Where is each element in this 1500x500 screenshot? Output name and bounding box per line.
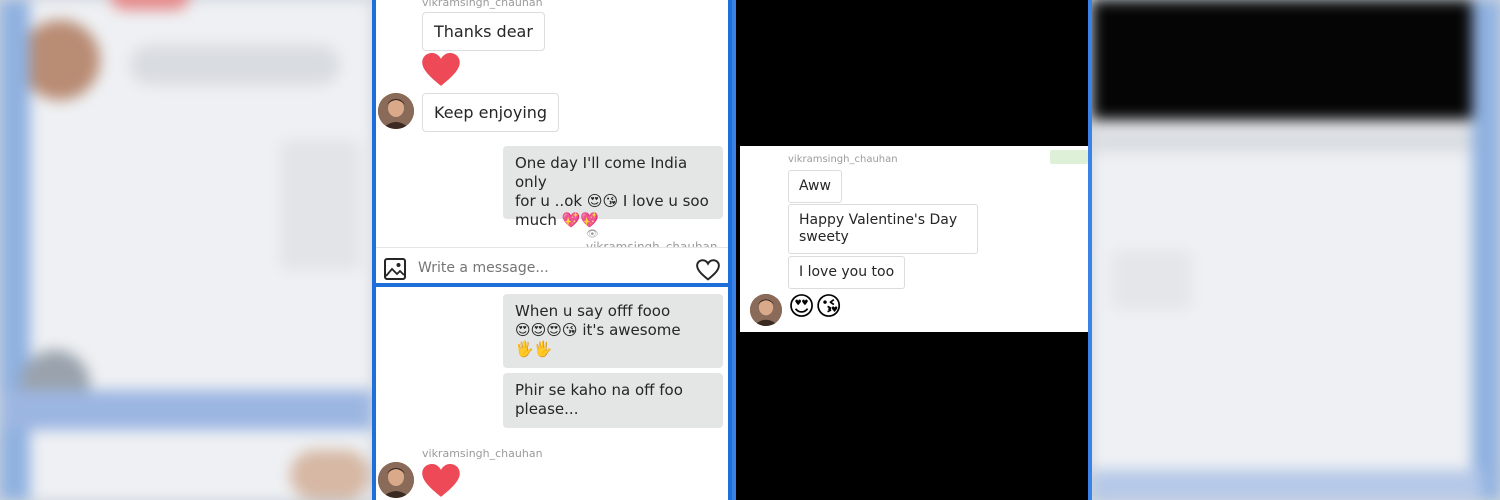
sender-username: vikramsingh_chauhan xyxy=(422,0,543,9)
heart-eyes-emoji: 😍 xyxy=(788,292,816,322)
image-gallery-icon[interactable] xyxy=(384,258,406,280)
eye-icon: 👁 xyxy=(586,229,599,240)
outgoing-message-offf-fooo: When u say offf fooo 😍😍😍😘 it's awesome 🖐… xyxy=(503,294,723,368)
heart-outline-icon[interactable] xyxy=(696,259,720,281)
message-composer xyxy=(376,247,728,283)
blurred-background-right xyxy=(1092,0,1500,500)
outgoing-message-india: One day I'll come India only for u ..ok … xyxy=(503,146,723,229)
message-line: for u ..ok 😍😘 I love u soo xyxy=(515,192,711,211)
chat-screenshot-2: When u say offf fooo 😍😍😍😘 it's awesome 🖐… xyxy=(372,287,732,500)
kissing-heart-emoji: 😘 xyxy=(815,292,843,322)
message-text: I love u soo xyxy=(622,192,709,210)
message-input[interactable] xyxy=(418,260,648,276)
message-line: Happy Valentine's Day xyxy=(799,212,958,228)
message-line: When u say offf fooo xyxy=(515,302,671,320)
message-line: 🖐🖐 xyxy=(515,340,711,359)
avatar xyxy=(750,294,782,326)
incoming-message-valentine: Happy Valentine's Day sweety xyxy=(788,204,978,254)
message-text: it's awesome xyxy=(582,321,681,339)
screenshot-collage: vikramsingh_chauhan Thanks dear Keep enj… xyxy=(0,0,1500,500)
raised-hand-emoji: 🖐 xyxy=(515,340,534,358)
heart-icon xyxy=(422,464,460,497)
heart-eyes-emoji: 😍 xyxy=(586,192,603,210)
chat-screenshot-3: vikramsingh_chauhan Aww Happy Valentine'… xyxy=(732,0,1092,500)
message-text: for u ..ok xyxy=(515,192,583,210)
heart-eyes-emoji: 😍 xyxy=(546,321,562,339)
message-line: please... xyxy=(515,400,579,418)
message-line: Phir se kaho na off foo xyxy=(515,381,683,399)
heart-eyes-emoji: 😍 xyxy=(515,321,531,339)
outgoing-message-phir-se: Phir se kaho na off foo please... xyxy=(503,373,723,428)
sparkling-heart-emoji: 💖 xyxy=(561,211,581,229)
avatar xyxy=(378,93,414,129)
blurred-background-left xyxy=(0,0,372,500)
emoji-message: 😍😘 xyxy=(788,292,842,322)
heart-eyes-emoji: 😍 xyxy=(530,321,547,339)
raised-hand-emoji: 🖐 xyxy=(533,340,553,358)
green-status-badge xyxy=(1050,150,1088,164)
incoming-message-aww: Aww xyxy=(788,170,842,203)
incoming-message-thanks: Thanks dear xyxy=(422,12,545,51)
kissing-heart-emoji: 😘 xyxy=(561,321,578,339)
incoming-message-love: I love you too xyxy=(788,256,906,289)
sender-username: vikramsingh_chauhan xyxy=(422,447,543,460)
heart-icon xyxy=(422,53,460,86)
kissing-heart-emoji: 😘 xyxy=(602,192,619,210)
message-text: much xyxy=(515,211,557,229)
chat-screenshot-1: vikramsingh_chauhan Thanks dear Keep enj… xyxy=(372,0,732,287)
incoming-message-keep-enjoying: Keep enjoying xyxy=(422,93,560,132)
sender-username: vikramsingh_chauhan xyxy=(788,154,898,165)
chat-snippet: vikramsingh_chauhan Aww Happy Valentine'… xyxy=(740,146,1088,332)
message-line: One day I'll come India only xyxy=(515,154,688,191)
message-line: 😍😍😍😘 it's awesome xyxy=(515,321,711,340)
avatar xyxy=(378,462,414,498)
message-line: sweety xyxy=(799,229,849,245)
